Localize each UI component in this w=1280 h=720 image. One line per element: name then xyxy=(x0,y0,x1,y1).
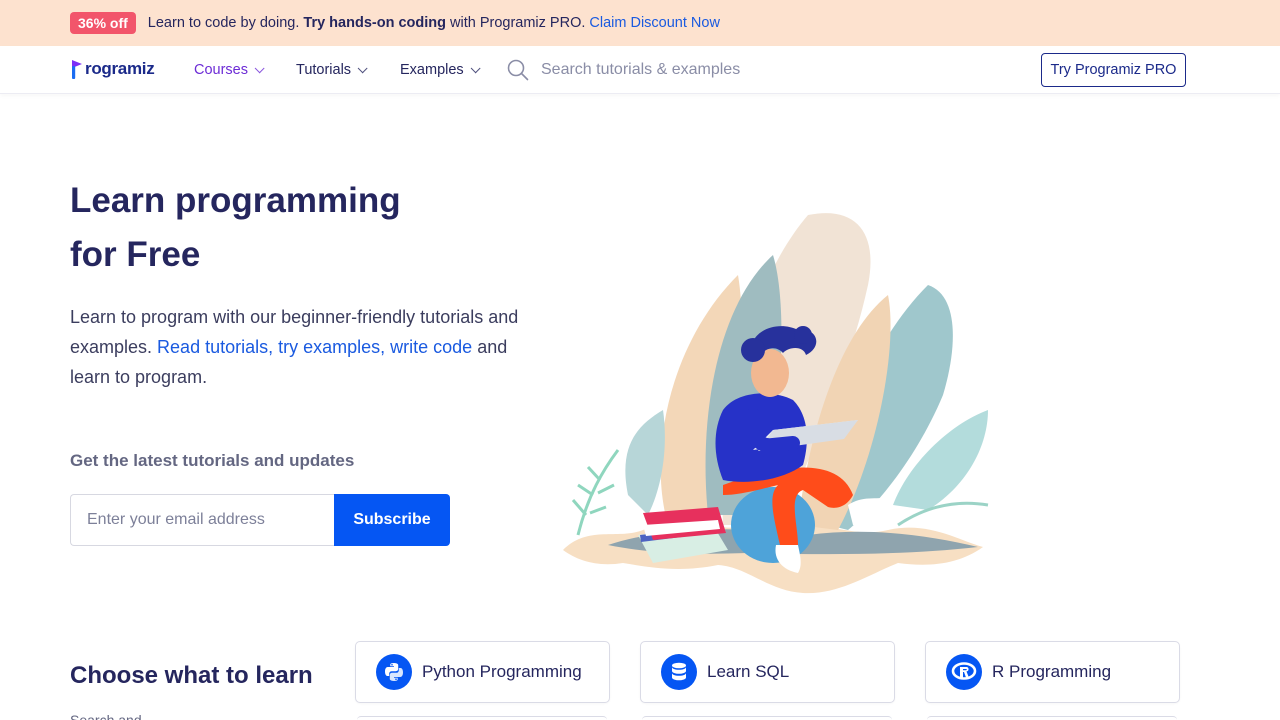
course-card-sql[interactable]: Learn SQL xyxy=(640,641,895,703)
course-card-next-row xyxy=(927,716,1177,720)
promo-text: Learn to code by doing. Try hands-on cod… xyxy=(148,15,586,31)
promo-text-before: Learn to code by doing. xyxy=(147,15,304,31)
hero-illustration xyxy=(563,213,989,594)
subscribe-button[interactable]: Subscribe xyxy=(334,494,450,546)
choose-section-title: Choose what to learn xyxy=(70,662,313,689)
promo-text-after: with Programiz PRO. xyxy=(445,15,586,31)
choose-section-subtitle: Search and... xyxy=(70,712,154,720)
logo-text: rogramiz xyxy=(85,59,155,78)
email-field[interactable] xyxy=(70,494,334,546)
hero-title-line1: Learn programming xyxy=(70,181,401,220)
course-card-label: Python Programming xyxy=(422,662,582,681)
course-card-r[interactable]: R Programming xyxy=(925,641,1180,703)
chevron-down-icon xyxy=(357,62,368,73)
course-card-next-row xyxy=(357,716,607,720)
r-logo-icon xyxy=(946,654,982,690)
top-navbar: rogramiz Courses Tutorials Examples Try … xyxy=(0,46,1280,94)
course-card-label: R Programming xyxy=(992,662,1112,681)
hero-desc-link[interactable]: Read tutorials, try examples, write code xyxy=(157,337,472,357)
nav-courses[interactable]: Courses xyxy=(194,46,265,94)
nav-tutorials[interactable]: Tutorials xyxy=(296,46,368,94)
logo-mark-icon xyxy=(72,60,82,79)
hero-title: Learn programming for Free xyxy=(70,174,530,282)
nav-courses-label: Courses xyxy=(194,62,248,78)
nav-tutorials-label: Tutorials xyxy=(296,62,352,78)
nav-examples[interactable]: Examples xyxy=(400,46,481,94)
database-icon xyxy=(661,654,697,690)
course-card-next-row xyxy=(642,716,892,720)
search-icon[interactable] xyxy=(507,59,529,81)
programiz-logo[interactable]: rogramiz xyxy=(70,54,155,84)
discount-badge: 36% off xyxy=(70,12,136,34)
python-icon xyxy=(376,654,412,690)
promo-banner: 36% off Learn to code by doing. Try hand… xyxy=(0,0,1280,46)
newsletter-label: Get the latest tutorials and updates xyxy=(70,451,355,470)
hero-title-line2: for Free xyxy=(70,235,201,274)
course-card-python[interactable]: Python Programming xyxy=(355,641,610,703)
search-bar xyxy=(507,58,927,82)
chevron-down-icon xyxy=(470,62,481,73)
promo-text-bold: Try hands-on coding xyxy=(303,15,446,31)
try-pro-button[interactable]: Try Programiz PRO xyxy=(1041,53,1186,87)
nav-examples-label: Examples xyxy=(400,62,464,78)
hero-description: Learn to program with our beginner-frien… xyxy=(70,302,530,392)
search-input[interactable] xyxy=(541,61,901,79)
claim-discount-link[interactable]: Claim Discount Now xyxy=(589,15,720,31)
chevron-down-icon xyxy=(254,62,265,73)
course-card-label: Learn SQL xyxy=(707,662,790,681)
